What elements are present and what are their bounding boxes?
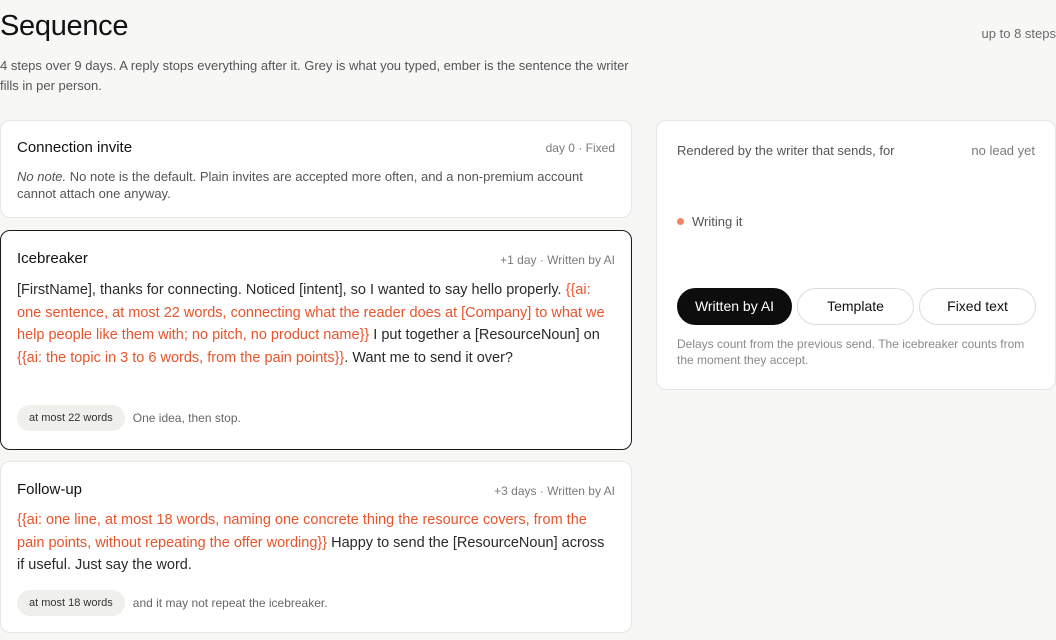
preview-label: Rendered by the writer that sends, for [677, 143, 895, 158]
message-body[interactable]: [FirstName], thanks for connecting. Noti… [17, 279, 615, 369]
step-card-connection-invite[interactable]: Connection invite day 0 · Fixed No note.… [0, 120, 632, 218]
constraint-row: at most 18 words and it may not repeat t… [17, 590, 328, 616]
message-body[interactable]: {{ai: one line, at most 18 words, naming… [17, 509, 615, 577]
typed-text: . Want me to send it over? [344, 349, 513, 366]
ai-placeholder: {{ai: the topic in 3 to 6 words, from th… [17, 349, 345, 366]
step-card-icebreaker[interactable]: Icebreaker +1 day · Written by AI [First… [0, 230, 632, 450]
mode-template-button[interactable]: Template [797, 288, 914, 325]
lead-selector[interactable]: no lead yet [971, 143, 1035, 158]
step-meta: day 0 · Fixed [545, 141, 615, 155]
step-title: Follow-up [17, 481, 83, 498]
note-explanation: No note is the default. Plain invites ar… [17, 169, 583, 201]
status-dot-icon [677, 218, 684, 225]
word-limit-chip[interactable]: at most 18 words [17, 590, 125, 616]
step-meta: +3 days · Written by AI [494, 484, 615, 498]
constraint-row: at most 22 words One idea, then stop. [17, 405, 241, 431]
typed-text: I put together a [ResourceNoun] on [369, 327, 600, 344]
typed-text: [FirstName], thanks for connecting. Noti… [17, 282, 566, 298]
step-limit: up to 8 steps [981, 26, 1056, 41]
step-title: Connection invite [17, 139, 133, 156]
word-limit-chip[interactable]: at most 22 words [17, 405, 125, 431]
delay-note: Delays count from the previous send. The… [677, 337, 1025, 367]
step-meta: +1 day · Written by AI [500, 253, 615, 267]
step-card-follow-up[interactable]: Follow-up +3 days · Written by AI {{ai: … [0, 461, 632, 633]
page-subtitle: 4 steps over 9 days. A reply stops every… [0, 58, 629, 93]
step-description: No note. No note is the default. Plain i… [17, 168, 615, 202]
constraint-note: and it may not repeat the icebreaker. [132, 596, 328, 610]
step-title: Icebreaker [17, 250, 88, 267]
writing-status: Writing it [677, 214, 742, 229]
status-text: Writing it [692, 214, 743, 229]
no-note-label: No note. [17, 169, 67, 184]
preview-panel: Rendered by the writer that sends, for n… [656, 120, 1056, 390]
mode-fixed-text-button[interactable]: Fixed text [919, 288, 1036, 325]
constraint-note: One idea, then stop. [132, 411, 241, 425]
mode-written-by-ai-button[interactable]: Written by AI [677, 288, 792, 325]
page-title: Sequence [0, 10, 129, 42]
mode-toggle: Written by AI Template Fixed text [677, 288, 1036, 325]
